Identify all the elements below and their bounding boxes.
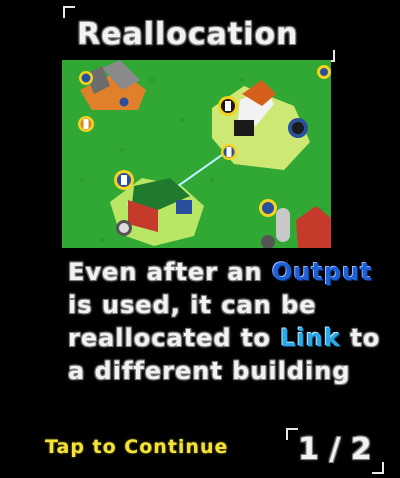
bracket-corner-top-left: [63, 6, 75, 18]
bracket-corner-bottom-right: [372, 462, 384, 474]
title-frame: Reallocation: [63, 6, 335, 62]
tutorial-description: Even after an Output is used, it can be …: [68, 256, 388, 388]
tap-to-continue-button[interactable]: Tap to Continue: [45, 436, 228, 458]
tutorial-scene-image: [62, 60, 331, 248]
output-slot-icon: [78, 116, 94, 132]
bracket-corner-top-left: [286, 428, 298, 440]
link-keyword: Link: [280, 324, 341, 352]
page-indicator: 1 / 2: [286, 428, 384, 474]
link-beam-icon: [221, 144, 237, 160]
tutorial-title: Reallocation: [77, 17, 299, 52]
page-number: 1 / 2: [298, 432, 372, 467]
description-text: Even after an: [68, 258, 272, 286]
output-keyword: Output: [271, 258, 373, 286]
